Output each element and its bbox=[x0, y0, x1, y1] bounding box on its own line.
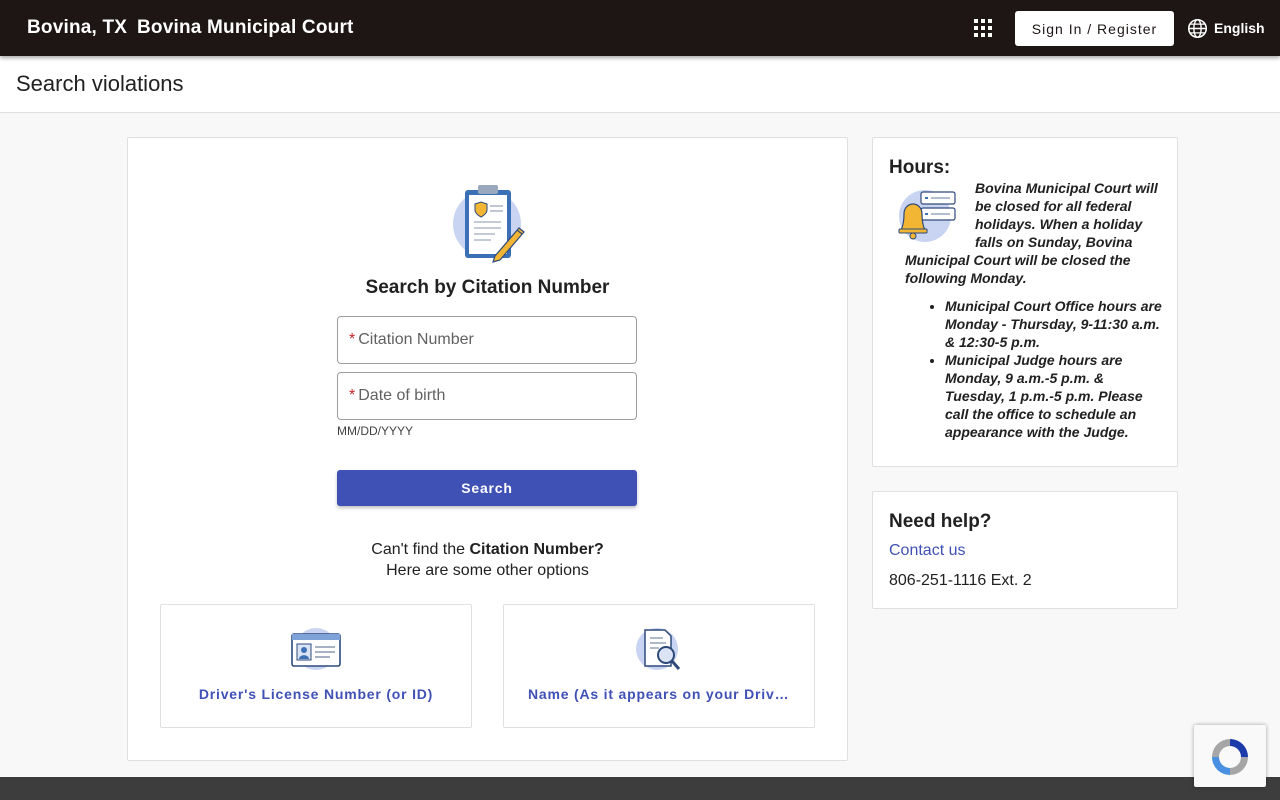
date-of-birth-input[interactable] bbox=[358, 387, 609, 405]
clipboard-citation-icon bbox=[453, 185, 525, 263]
name-option-label: Name (As it appears on your Driver's Lic… bbox=[528, 686, 814, 702]
cant-find-bold: Citation Number? bbox=[469, 541, 604, 558]
help-heading: Need help? bbox=[889, 511, 992, 532]
help-phone: 806-251-1116 Ext. 2 bbox=[889, 572, 1032, 589]
hours-card: Hours: Bovina Municipal Court will be cl… bbox=[872, 137, 1178, 467]
court-name: Bovina Municipal Court bbox=[137, 17, 354, 38]
help-card: Need help? Contact us 806-251-1116 Ext. … bbox=[872, 491, 1178, 609]
page-header: Search violations bbox=[0, 56, 1280, 113]
hours-list-item: Municipal Court Office hours are Monday … bbox=[945, 297, 1165, 351]
date-of-birth-field[interactable]: * bbox=[337, 372, 637, 420]
required-marker: * bbox=[349, 387, 356, 404]
recaptcha-icon bbox=[1212, 739, 1248, 775]
globe-icon bbox=[1187, 18, 1208, 38]
cant-find-line2: Here are some other options bbox=[386, 562, 589, 579]
hours-intro: Bovina Municipal Court will be closed fo… bbox=[905, 179, 1163, 287]
search-button[interactable]: Search bbox=[337, 470, 637, 506]
cant-find-prefix: Can't find the bbox=[371, 541, 470, 558]
apps-grid-icon[interactable] bbox=[974, 19, 992, 37]
contact-us-link[interactable]: Contact us bbox=[889, 542, 965, 560]
search-heading: Search by Citation Number bbox=[365, 277, 610, 298]
language-selector[interactable]: English bbox=[1187, 17, 1265, 39]
recaptcha-badge[interactable] bbox=[1194, 725, 1266, 787]
top-bar: Bovina, TX Bovina Municipal Court Sign I… bbox=[0, 0, 1280, 56]
language-label: English bbox=[1214, 20, 1265, 36]
dob-format-hint: MM/DD/YYYY bbox=[337, 424, 414, 438]
search-card: Search by Citation Number * * MM/DD/YYYY… bbox=[127, 137, 848, 761]
search-by-name-option[interactable]: Name (As it appears on your Driver's Lic… bbox=[503, 604, 815, 728]
hours-heading: Hours: bbox=[889, 157, 951, 178]
id-card-icon bbox=[291, 628, 341, 670]
citation-number-field[interactable]: * bbox=[337, 316, 637, 364]
hours-list: Municipal Court Office hours are Monday … bbox=[945, 297, 1165, 441]
city-name: Bovina, TX bbox=[27, 17, 128, 38]
sign-in-register-button[interactable]: Sign In / Register bbox=[1015, 11, 1174, 46]
license-option-label: Driver's License Number (or ID) bbox=[198, 686, 434, 702]
citation-number-input[interactable] bbox=[358, 331, 609, 349]
required-marker: * bbox=[349, 331, 356, 348]
cant-find-text: Can't find the Citation Number? Here are… bbox=[128, 539, 847, 581]
search-by-license-option[interactable]: Driver's License Number (or ID) bbox=[160, 604, 472, 728]
document-search-icon bbox=[636, 628, 681, 670]
page-title: Search violations bbox=[16, 71, 184, 96]
footer bbox=[0, 777, 1280, 800]
hours-list-item: Municipal Judge hours are Monday, 9 a.m.… bbox=[945, 351, 1165, 441]
